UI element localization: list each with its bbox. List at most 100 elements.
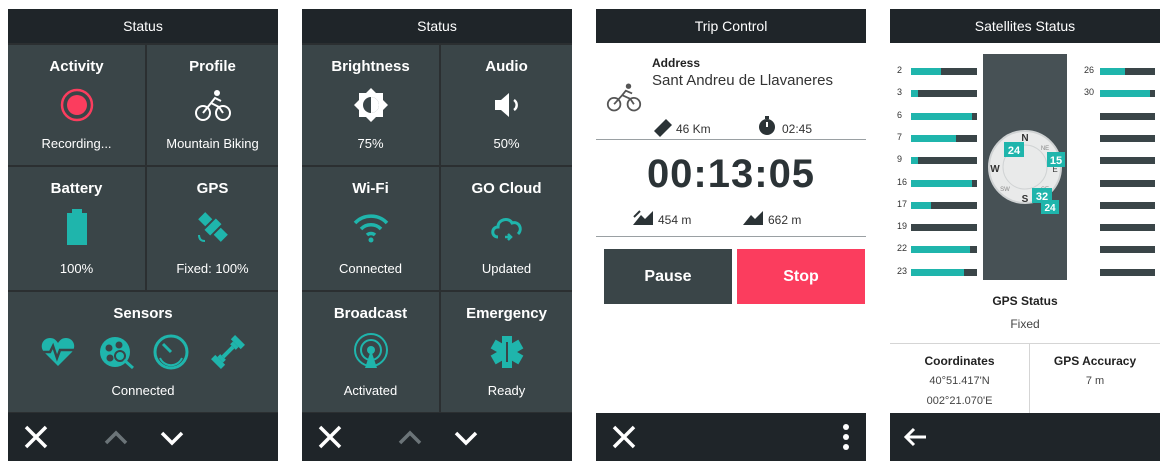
sky-satellite-label: 24 (1008, 145, 1021, 157)
pause-button[interactable]: Pause (604, 249, 732, 304)
tile-value: Updated (481, 261, 532, 276)
satellite-id: 9 (897, 154, 903, 164)
satellite-id: 16 (897, 177, 908, 187)
brightness-icon (353, 88, 388, 122)
satellite-row (1070, 177, 1160, 189)
tile-title: Audio (485, 58, 528, 75)
signal-bar-fill (911, 113, 972, 120)
activity-tile[interactable]: Activity Recording... (8, 45, 145, 165)
signal-bar-fill (1100, 68, 1125, 75)
tile-value: Ready (487, 383, 526, 398)
emergency-icon (490, 336, 523, 368)
address-value: Sant Andreu de Llavaneres (652, 72, 833, 89)
sensors-tile[interactable]: Sensors Connected (8, 292, 278, 412)
gps-tile[interactable]: GPS Fixed: 100% (147, 167, 278, 290)
divider (596, 236, 866, 237)
signal-bar-track (911, 90, 977, 97)
chevron-down-icon[interactable] (450, 421, 482, 453)
satellite-row: 3 (890, 87, 982, 99)
tile-title: GPS (196, 180, 229, 197)
address-section: Address Sant Andreu de Llavaneres 46 Km … (596, 43, 866, 137)
satellite-row (1070, 110, 1160, 122)
satellite-row (1070, 221, 1160, 233)
brightness-tile[interactable]: Brightness 75% (302, 45, 439, 165)
satellite-row: 22 (890, 243, 982, 255)
satellite-row: 9 (890, 154, 982, 166)
tile-value: Fixed: 100% (176, 261, 249, 276)
sensor-icons (38, 332, 248, 372)
emergency-tile[interactable]: Emergency Ready (441, 292, 572, 412)
accuracy-label: GPS Accuracy (1053, 354, 1137, 368)
broadcast-tile[interactable]: Broadcast Activated (302, 292, 439, 412)
gocloud-tile[interactable]: GO Cloud Updated (441, 167, 572, 290)
descent-icon (743, 211, 763, 225)
battery-tile[interactable]: Battery 100% (8, 167, 145, 290)
satellite-row: 6 (890, 110, 982, 122)
accuracy-value: 7 m (1085, 375, 1105, 387)
sky-view: N S W E NE SE SW 24 15 32 24 (983, 54, 1067, 280)
signal-bar-track (1100, 135, 1155, 142)
back-arrow-icon[interactable] (900, 421, 932, 453)
screen-title: Satellites Status (890, 9, 1160, 43)
signal-bar-track (1100, 157, 1155, 164)
divider (596, 139, 866, 140)
signal-bar-fill (911, 180, 972, 187)
signal-bar-fill (911, 202, 931, 209)
bottom-bar (302, 413, 572, 461)
satellite-id: 23 (897, 266, 908, 276)
volume-icon (494, 93, 518, 117)
close-icon[interactable] (608, 421, 640, 453)
tile-title: Brightness (331, 58, 410, 75)
coordinates-label: Coordinates (924, 354, 995, 368)
status-screen-2: Status Brightness 75% Audio 50% Wi-Fi Co… (302, 9, 572, 461)
power-icon (208, 332, 248, 372)
chevron-up-icon[interactable] (394, 421, 426, 453)
bottom-bar (890, 413, 1160, 461)
tile-value: Mountain Biking (166, 136, 259, 151)
status-screen-1: Status Activity Recording... Profile Mou… (8, 9, 278, 461)
satellite-row: 23 (890, 266, 982, 278)
gps-status-value: Fixed (1010, 317, 1040, 331)
satellite-row: 30 (1070, 87, 1160, 99)
satellite-row: 19 (890, 221, 982, 233)
satellite-id: 19 (897, 221, 908, 231)
wifi-tile[interactable]: Wi-Fi Connected (302, 167, 439, 290)
tile-title: Sensors (113, 305, 173, 322)
distance-icon (654, 119, 672, 137)
audio-tile[interactable]: Audio 50% (441, 45, 572, 165)
satellite-id: 26 (1084, 65, 1095, 75)
address-label: Address (652, 56, 701, 70)
bottom-bar (8, 413, 278, 461)
signal-bar-fill (911, 157, 918, 164)
satellite-row (1070, 199, 1160, 211)
tile-title: Activity (49, 58, 104, 75)
tile-title: Emergency (466, 305, 547, 322)
signal-bar-fill (911, 246, 970, 253)
bottom-bar (596, 413, 866, 461)
satellite-row (1070, 154, 1160, 166)
chevron-down-icon[interactable] (156, 421, 188, 453)
battery-icon (66, 209, 87, 245)
signal-bar-fill (911, 135, 956, 142)
stopwatch-icon (759, 116, 775, 135)
trip-control-screen: Trip Control Address Sant Andreu de Llav… (596, 9, 866, 461)
descent-value: 662 m (768, 213, 802, 227)
record-icon (60, 88, 93, 122)
satellite-row (1070, 243, 1160, 255)
latitude-value: 40°51.417'N (929, 375, 990, 387)
chevron-up-icon[interactable] (100, 421, 132, 453)
profile-tile[interactable]: Profile Mountain Biking (147, 45, 278, 165)
satellite-row (1070, 132, 1160, 144)
satellite-id: 17 (897, 199, 908, 209)
close-icon[interactable] (20, 421, 52, 453)
satellite-id: 7 (897, 132, 903, 142)
satellite-row (1070, 266, 1160, 278)
more-options-icon[interactable] (830, 421, 862, 453)
stop-button[interactable]: Stop (737, 249, 865, 304)
satellite-row: 26 (1070, 65, 1160, 77)
signal-bar-track (1100, 202, 1155, 209)
close-icon[interactable] (314, 421, 346, 453)
tile-value: Connected (339, 261, 402, 276)
satellite-icon (197, 212, 228, 242)
tile-title: Battery (50, 180, 103, 197)
